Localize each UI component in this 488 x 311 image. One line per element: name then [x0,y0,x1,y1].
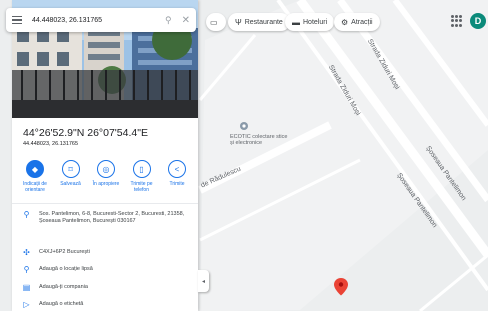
save-button[interactable]: ⌑ Salvează [56,160,86,193]
close-icon[interactable]: ✕ [182,15,190,26]
location-marker-icon: ⚲ [23,210,30,219]
business-icon: ▤ [22,283,31,292]
add-place-text: Adaugă o locație lipsă [39,266,93,272]
phone-icon: ▯ [132,160,151,178]
add-place-row[interactable]: ⚲ Adaugă o locație lipsă [22,265,93,274]
directions-label: Indicații de orientare [23,181,47,193]
search-icon[interactable]: ⚲ [165,15,172,26]
place-subtitle[interactable]: 44.448023, 26.131765 [23,141,78,147]
label-icon: ▷ [23,300,30,309]
hotels-chip[interactable]: ▬ Hoteluri [285,13,335,31]
chevron-left-icon: ◂ [201,278,205,285]
nearby-button[interactable]: ◎ În apropiere [91,160,121,193]
layers-icon: ▭ [210,17,218,27]
bed-icon: ▬ [292,17,300,27]
attractions-label: Atracții [351,18,373,26]
add-business-text: Adaugă-ți compania [39,284,88,290]
share-icon: < [168,160,186,178]
nearby-label: În apropiere [92,181,120,187]
add-business-row[interactable]: ▤ Adaugă-ți compania [22,283,88,292]
place-title: 44°26'52.9"N 26°07'54.4"E [23,127,148,139]
hamburger-menu-icon[interactable] [12,16,22,24]
divider [12,203,198,204]
address-text: Sos. Pantelimon, 6-8, Bucuresti-Sector 2… [39,211,185,224]
bookmark-icon: ⌑ [61,160,80,178]
restaurants-label: Restaurante [244,18,283,26]
add-label-row[interactable]: ▷ Adaugă o etichetă [22,300,84,309]
collapse-panel-button[interactable]: ◂ [198,270,209,292]
attraction-icon: ⚙ [341,17,349,27]
fork-knife-icon: Ψ [235,17,242,27]
directions-button[interactable]: ◆ Indicații de orientare [20,160,50,193]
action-bar: ◆ Indicații de orientare ⌑ Salvează ◎ În… [20,160,192,193]
send-to-phone-label: Trimite pe telefon [130,181,153,193]
plus-code-row[interactable]: ✣ C4XJ+6P2 București [22,248,90,257]
share-label: Trimite [169,181,185,187]
layers-chip[interactable]: ▭ [206,13,226,31]
restaurants-chip[interactable]: Ψ Restaurante [228,13,290,31]
avatar[interactable]: D [470,13,486,29]
address-row[interactable]: ⚲ Sos. Pantelimon, 6-8, Bucuresti-Sector… [22,211,190,225]
apps-grid-icon[interactable] [451,15,463,27]
add-location-icon: ⚲ [23,265,30,274]
poi-label[interactable]: ECOTIC colectare stice și electronice [230,134,290,146]
hotels-label: Hoteluri [303,18,328,26]
plus-code-text: C4XJ+6P2 București [39,249,90,255]
plus-code-icon: ✣ [23,248,30,257]
attractions-chip[interactable]: ⚙ Atracții [334,13,380,31]
search-input[interactable]: 44.448023, 26.131765 [32,17,165,24]
place-panel: 44°26'52.9"N 26°07'54.4"E 44.448023, 26.… [12,0,198,311]
share-button[interactable]: < Trimite [162,160,192,193]
search-box[interactable]: 44.448023, 26.131765 ⚲ ✕ [6,8,196,32]
send-to-phone-button[interactable]: ▯ Trimite pe telefon [127,160,157,193]
save-label: Salvează [60,181,81,187]
nearby-icon: ◎ [97,160,115,178]
add-label-text: Adaugă o etichetă [39,301,84,307]
directions-icon: ◆ [26,160,44,178]
